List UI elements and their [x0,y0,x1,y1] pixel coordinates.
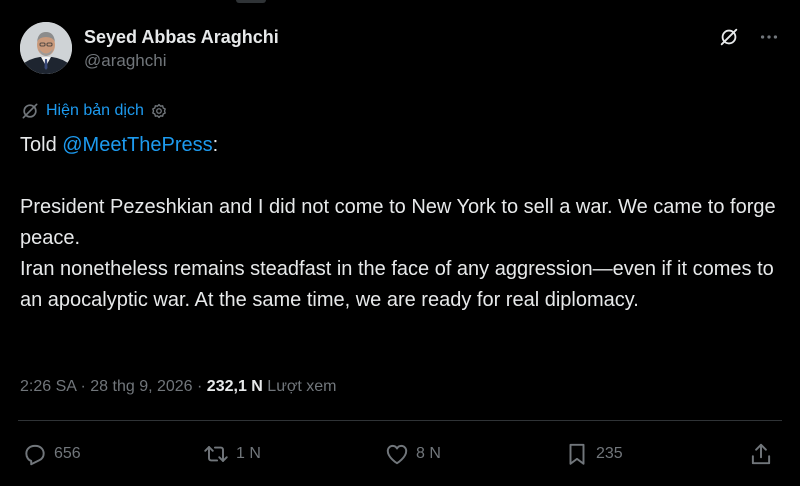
like-count: 8 N [416,445,441,462]
author-handle[interactable]: @araghchi [84,50,279,72]
tweet-paragraph-1: President Pezeshkian and I did not come … [20,196,776,249]
grok-icon[interactable] [716,24,742,50]
action-bar: 656 1 N 8 N 235 [22,440,774,468]
header-actions [716,24,782,50]
share-button[interactable] [748,440,774,468]
bookmark-icon [564,441,590,467]
tweet-text: Told @MeetThePress: President Pezeshkian… [20,130,780,316]
reply-icon [22,441,48,467]
author-names: Seyed Abbas Araghchi @araghchi [84,26,279,72]
translate-icon[interactable] [20,101,40,121]
tweet-time[interactable]: 2:26 SA [20,378,76,395]
like-button[interactable]: 8 N [384,440,441,468]
more-icon[interactable] [756,24,782,50]
tweet-header: Seyed Abbas Araghchi @araghchi [18,20,782,80]
show-translation-link[interactable]: Hiện bản dịch [46,102,144,120]
translate-row: Hiện bản dịch [20,100,168,122]
bookmark-count: 235 [596,445,623,462]
tweet-suffix: : [212,134,219,156]
mention-link[interactable]: @MeetThePress [62,134,212,156]
share-icon [748,441,774,467]
reply-count: 656 [54,445,81,462]
tweet-prefix: Told [20,134,63,156]
tweet-first-line: Told @MeetThePress: [20,130,780,161]
heart-icon [384,441,410,467]
repost-button[interactable]: 1 N [202,440,261,468]
views-label: Lượt xem [262,378,337,395]
tweet-date[interactable]: 28 thg 9, 2026 [90,378,192,395]
tweet-meta: 2:26 SA · 28 thg 9, 2026 · 232,1 N Lượt … [20,376,337,398]
gear-icon[interactable] [150,102,168,120]
meta-separator: · [192,378,207,395]
bookmark-button[interactable]: 235 [564,440,623,468]
tweet-paragraph-2: Iran nonetheless remains steadfast in th… [20,258,774,311]
divider [18,420,782,421]
top-edge [0,0,800,4]
views-count: 232,1 N [206,378,263,395]
top-edge-nub [236,0,266,3]
repost-count: 1 N [236,445,261,462]
repost-icon [202,441,230,467]
avatar-image [20,22,72,74]
avatar[interactable] [20,22,72,74]
meta-separator: · [76,378,91,395]
author-display-name[interactable]: Seyed Abbas Araghchi [84,26,279,48]
reply-button[interactable]: 656 [22,440,81,468]
